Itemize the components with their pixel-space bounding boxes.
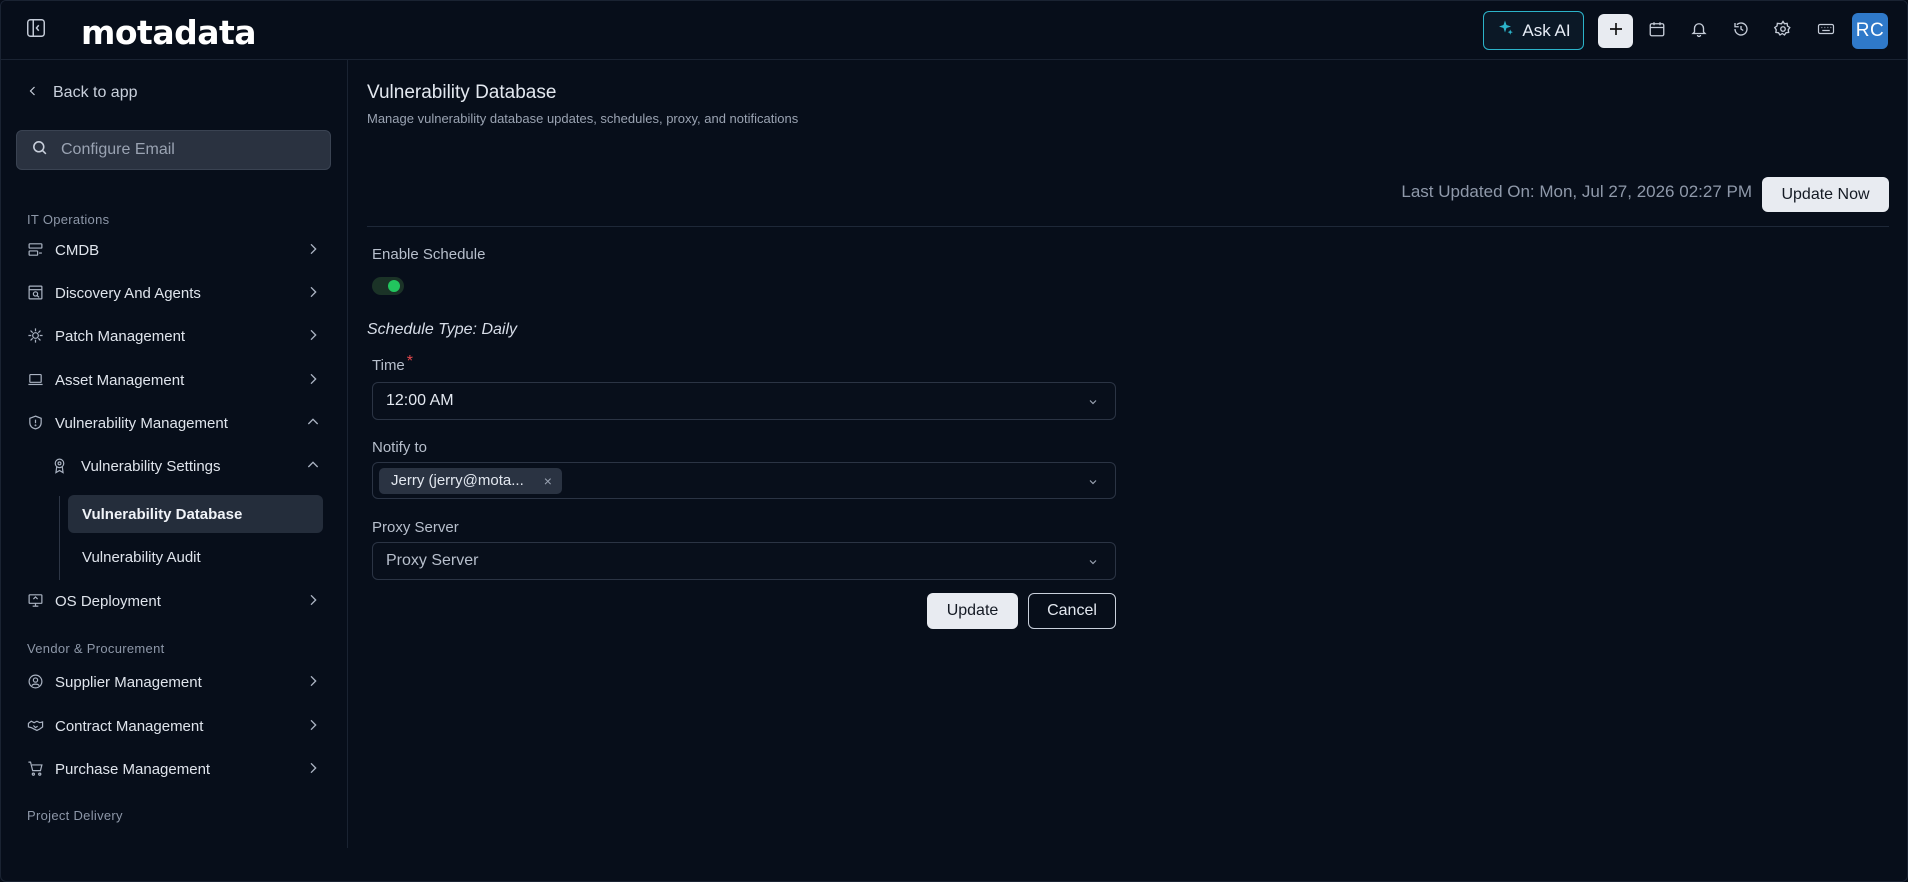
time-label: Time * [372, 353, 413, 375]
sidebar-item-label: Patch Management [55, 327, 186, 345]
chevron-down-icon [1087, 475, 1101, 489]
cart-icon [27, 760, 45, 778]
toggle-knob [388, 280, 400, 292]
avatar[interactable]: RC [1852, 13, 1888, 49]
sidebar-item-label: Supplier Management [55, 673, 202, 691]
discovery-icon [27, 284, 45, 302]
search-icon [31, 139, 48, 161]
enable-schedule-toggle[interactable] [372, 277, 404, 295]
sidebar-item-patch-management[interactable]: Patch Management [27, 322, 323, 350]
shield-icon [27, 414, 45, 432]
supplier-icon [27, 673, 45, 691]
section-vendor-procurement: Vendor & Procurement [27, 641, 165, 656]
history-icon[interactable] [1732, 20, 1752, 40]
chevron-down-icon [1087, 395, 1101, 409]
chevron-right-icon [305, 717, 323, 735]
sidebar-item-vulnerability-database[interactable]: Vulnerability Database [68, 495, 323, 533]
main-content: Vulnerability Database Manage vulnerabil… [349, 60, 1907, 848]
page-subtitle: Manage vulnerability database updates, s… [367, 111, 799, 126]
top-bar: motadata Ask AI RC [1, 1, 1907, 60]
notify-to-label: Notify to [372, 439, 428, 456]
time-label-text: Time [372, 357, 405, 374]
last-updated-text: Last Updated On: Mon, Jul 27, 2026 02:27… [1401, 182, 1752, 201]
app-window: motadata Ask AI RC Back to app Configure… [0, 0, 1908, 882]
bell-icon[interactable] [1690, 20, 1710, 40]
sidebar: Back to app IT Operations CMDB Discovery… [1, 60, 348, 848]
sparkle-icon [1496, 19, 1514, 42]
update-button[interactable]: Update [927, 593, 1018, 629]
divider [367, 226, 1889, 227]
sidebar-item-label: Asset Management [55, 371, 185, 389]
chevron-right-icon [305, 371, 323, 389]
sidebar-item-supplier-management[interactable]: Supplier Management [27, 668, 323, 696]
chevron-right-icon [305, 592, 323, 610]
sidebar-item-label: Purchase Management [55, 760, 211, 778]
recipient-chip: Jerry (jerry@mota... × [379, 467, 562, 494]
sidebar-item-vulnerability-management[interactable]: Vulnerability Management [27, 409, 323, 437]
chevron-left-icon [27, 84, 39, 102]
chip-remove-icon[interactable]: × [544, 473, 552, 489]
sidebar-item-asset-management[interactable]: Asset Management [27, 366, 323, 394]
keyboard-icon[interactable] [1816, 20, 1836, 40]
sidebar-collapse-icon[interactable] [25, 17, 49, 41]
sidebar-item-label: CMDB [55, 241, 100, 259]
database-icon [27, 241, 45, 259]
recipient-chip-label: Jerry (jerry@mota... [391, 472, 524, 489]
calendar-icon[interactable] [1648, 20, 1668, 40]
sidebar-item-os-deployment[interactable]: OS Deployment [27, 587, 323, 615]
required-mark: * [406, 353, 414, 370]
chevron-right-icon [305, 284, 323, 302]
sidebar-search [16, 130, 331, 170]
back-to-app-label: Back to app [53, 84, 138, 101]
laptop-icon [27, 371, 45, 389]
schedule-type-text: Schedule Type: Daily [367, 321, 517, 338]
search-input[interactable] [61, 141, 311, 159]
sidebar-item-label: Vulnerability Settings [81, 457, 221, 475]
time-value: 12:00 AM [386, 392, 454, 409]
gear-icon[interactable] [1773, 20, 1794, 40]
time-select[interactable]: 12:00 AM [372, 382, 1116, 420]
chevron-up-icon [305, 457, 323, 475]
enable-schedule-label: Enable Schedule [372, 246, 486, 263]
chevron-down-icon [1087, 555, 1101, 569]
chevron-up-icon [305, 414, 323, 432]
sidebar-item-purchase-management[interactable]: Purchase Management [27, 755, 323, 783]
settings-badge-icon [51, 457, 69, 475]
monitor-deploy-icon [27, 592, 45, 610]
cancel-button[interactable]: Cancel [1028, 593, 1116, 629]
sidebar-item-label: Contract Management [55, 717, 204, 735]
section-project-delivery: Project Delivery [27, 808, 123, 823]
update-now-button[interactable]: Update Now [1762, 177, 1889, 212]
sidebar-item-cmdb[interactable]: CMDB [27, 236, 323, 264]
page-title: Vulnerability Database [367, 82, 557, 103]
sidebar-item-label: Vulnerability Management [55, 414, 228, 432]
sidebar-item-discovery[interactable]: Discovery And Agents [27, 279, 323, 307]
sidebar-item-vulnerability-audit[interactable]: Vulnerability Audit [68, 538, 323, 576]
back-to-app-link[interactable]: Back to app [27, 84, 138, 102]
ask-ai-label: Ask AI [1522, 20, 1571, 40]
proxy-server-select[interactable]: Proxy Server [372, 542, 1116, 580]
sidebar-item-label: OS Deployment [55, 592, 161, 610]
logo[interactable]: motadata [81, 13, 257, 52]
sidebar-item-label: Discovery And Agents [55, 284, 201, 302]
proxy-server-placeholder: Proxy Server [386, 552, 479, 569]
chevron-right-icon [305, 760, 323, 778]
section-it-operations: IT Operations [27, 212, 110, 227]
plus-icon [1607, 20, 1625, 43]
tree-connector [59, 496, 60, 580]
patch-icon [27, 327, 45, 345]
proxy-server-label: Proxy Server [372, 519, 459, 536]
ask-ai-button[interactable]: Ask AI [1483, 11, 1584, 50]
handshake-icon [27, 717, 45, 735]
notify-to-select[interactable]: Jerry (jerry@mota... × [372, 462, 1116, 499]
sidebar-item-vulnerability-settings[interactable]: Vulnerability Settings [51, 452, 323, 480]
chevron-right-icon [305, 327, 323, 345]
create-button[interactable] [1598, 14, 1633, 48]
chevron-right-icon [305, 673, 323, 691]
sidebar-item-contract-management[interactable]: Contract Management [27, 712, 323, 740]
chevron-right-icon [305, 241, 323, 259]
